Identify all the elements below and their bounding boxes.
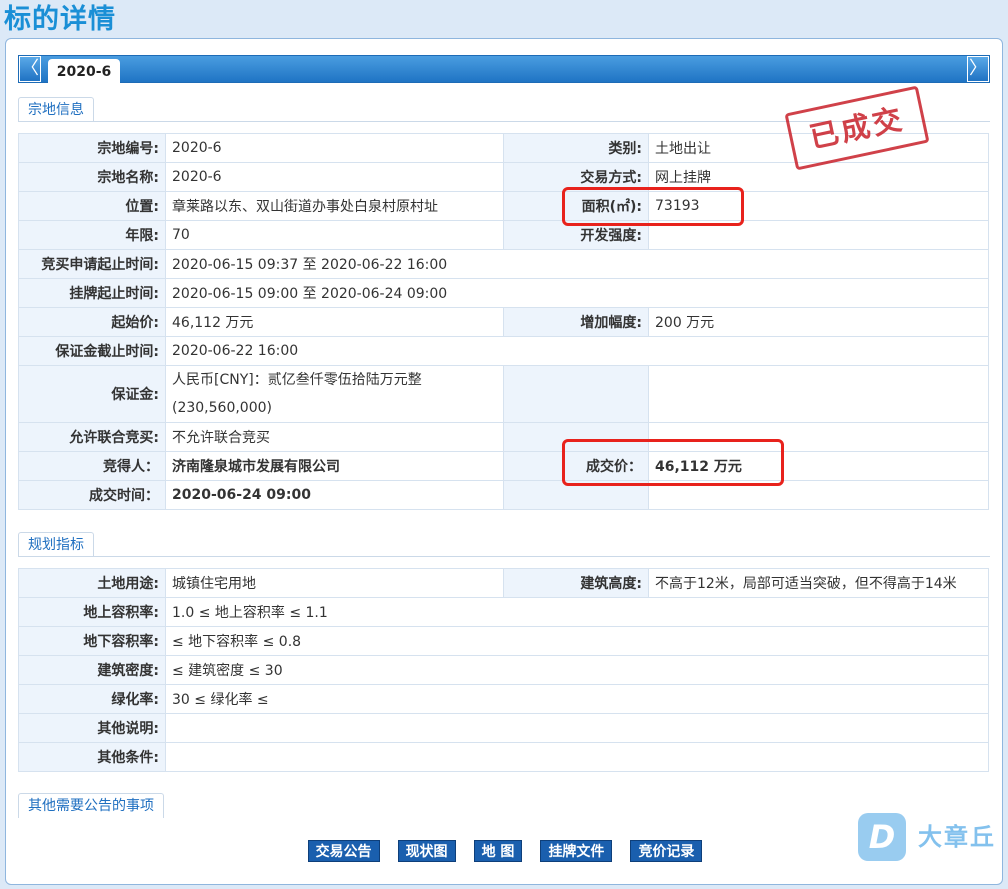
- table-row: 建筑密度: ≤ 建筑密度 ≤ 30: [18, 655, 989, 685]
- height-label: 建筑高度:: [503, 568, 649, 598]
- table-row: 地下容积率: ≤ 地下容积率 ≤ 0.8: [18, 626, 989, 656]
- arrow-right-icon[interactable]: 〉: [967, 56, 989, 82]
- joint-bid-label: 允许联合竞买:: [18, 422, 166, 452]
- listing-period-label: 挂牌起止时间:: [18, 278, 166, 308]
- method-value: 网上挂牌: [648, 162, 989, 192]
- deposit-deadline-value: 2020-06-22 16:00: [165, 336, 989, 366]
- start-price-value: 46,112 万元: [165, 307, 504, 337]
- table-row: 竞得人： 济南隆泉城市发展有限公司 成交价： 46,112 万元: [18, 451, 989, 481]
- section-divider: [18, 556, 990, 557]
- far-above-value: 1.0 ≤ 地上容积率 ≤ 1.1: [165, 597, 989, 627]
- start-price-label: 起始价:: [18, 307, 166, 337]
- table-row: 保证金: 人民币[CNY]：贰亿叁仟零伍拾陆万元整 (230,560,000): [18, 365, 989, 423]
- table-row: 成交时间： 2020-06-24 09:00: [18, 480, 989, 510]
- table-row: 挂牌起止时间: 2020-06-15 09:00 至 2020-06-24 09…: [18, 278, 989, 308]
- deal-price-value: 46,112 万元: [648, 451, 989, 481]
- land-use-label: 土地用途:: [18, 568, 166, 598]
- map-button[interactable]: 地 图: [473, 840, 523, 862]
- other-notes-label: 其他说明:: [18, 713, 166, 743]
- type-label: 类别:: [503, 133, 649, 163]
- section-other-matters: 其他需要公告的事项: [18, 793, 164, 818]
- deal-time-label: 成交时间：: [18, 480, 166, 510]
- deposit-label: 保证金:: [18, 365, 166, 423]
- empty-value: [648, 422, 989, 452]
- table-row: 绿化率: 30 ≤ 绿化率 ≤: [18, 684, 989, 714]
- increment-value: 200 万元: [648, 307, 989, 337]
- table-row: 其他条件:: [18, 742, 989, 772]
- name-label: 宗地名称:: [18, 162, 166, 192]
- empty-label: [503, 480, 649, 510]
- height-value: 不高于12米，局部可适当突破，但不得高于14米: [648, 568, 989, 598]
- increment-label: 增加幅度:: [503, 307, 649, 337]
- far-below-value: ≤ 地下容积率 ≤ 0.8: [165, 626, 989, 656]
- watermark: D 大章丘: [858, 813, 1008, 863]
- winner-value[interactable]: 济南隆泉城市发展有限公司: [165, 451, 504, 481]
- density-value: ≤ 建筑密度 ≤ 30: [165, 655, 989, 685]
- table-row: 宗地名称: 2020-6 交易方式: 网上挂牌: [18, 162, 989, 192]
- table-row: 允许联合竞买: 不允许联合竞买: [18, 422, 989, 452]
- listing-period-value: 2020-06-15 09:00 至 2020-06-24 09:00: [165, 278, 989, 308]
- other-notes-value: [165, 713, 989, 743]
- action-buttons: 交易公告 现状图 地 图 挂牌文件 竞价记录: [6, 840, 1004, 862]
- apply-period-value: 2020-06-15 09:37 至 2020-06-22 16:00: [165, 249, 989, 279]
- method-label: 交易方式:: [503, 162, 649, 192]
- tab-bar: 〈 2020-6 〉: [18, 55, 990, 83]
- other-conditions-label: 其他条件:: [18, 742, 166, 772]
- code-label: 宗地编号:: [18, 133, 166, 163]
- code-value: 2020-6: [165, 133, 504, 163]
- section-planning: 规划指标: [18, 532, 94, 557]
- arrow-left-icon[interactable]: 〈: [19, 56, 41, 82]
- table-row: 其他说明:: [18, 713, 989, 743]
- announcement-button[interactable]: 交易公告: [307, 840, 380, 862]
- planning-table: 土地用途: 城镇住宅用地 建筑高度: 不高于12米，局部可适当突破，但不得高于1…: [18, 568, 989, 772]
- empty-label: [503, 365, 649, 423]
- area-label: 面积(㎡):: [503, 191, 649, 221]
- deal-time-value: 2020-06-24 09:00: [165, 480, 504, 510]
- apply-period-label: 竞买申请起止时间:: [18, 249, 166, 279]
- table-row: 起始价: 46,112 万元 增加幅度: 200 万元: [18, 307, 989, 337]
- listing-docs-button[interactable]: 挂牌文件: [540, 840, 613, 862]
- green-rate-label: 绿化率:: [18, 684, 166, 714]
- location-value: 章莱路以东、双山街道办事处白泉村原村址: [165, 191, 504, 221]
- empty-value: [648, 365, 989, 423]
- intensity-value: [648, 220, 989, 250]
- deposit-text: 人民币[CNY]：贰亿叁仟零伍拾陆万元整: [172, 372, 422, 388]
- location-label: 位置:: [18, 191, 166, 221]
- section-parcel-info: 宗地信息: [18, 97, 94, 122]
- far-above-label: 地上容积率:: [18, 597, 166, 627]
- term-label: 年限:: [18, 220, 166, 250]
- deal-price-label: 成交价：: [503, 451, 649, 481]
- term-value: 70: [165, 220, 504, 250]
- table-row: 年限: 70 开发强度:: [18, 220, 989, 250]
- bid-records-button[interactable]: 竞价记录: [630, 840, 703, 862]
- density-label: 建筑密度:: [18, 655, 166, 685]
- detail-panel: 〈 2020-6 〉 宗地信息 宗地编号: 2020-6 类别: 土地出让 宗地…: [5, 38, 1003, 885]
- deposit-deadline-label: 保证金截止时间:: [18, 336, 166, 366]
- parcel-info-table: 宗地编号: 2020-6 类别: 土地出让 宗地名称: 2020-6 交易方式:…: [18, 133, 989, 510]
- name-value: 2020-6: [165, 162, 504, 192]
- watermark-logo-icon: D: [858, 813, 906, 861]
- table-row: 土地用途: 城镇住宅用地 建筑高度: 不高于12米，局部可适当突破，但不得高于1…: [18, 568, 989, 598]
- intensity-label: 开发强度:: [503, 220, 649, 250]
- land-use-value: 城镇住宅用地: [165, 568, 504, 598]
- deposit-number: (230,560,000): [172, 400, 272, 416]
- table-row: 位置: 章莱路以东、双山街道办事处白泉村原村址 面积(㎡): 73193: [18, 191, 989, 221]
- other-conditions-value: [165, 742, 989, 772]
- tab-2020-6[interactable]: 2020-6: [48, 59, 120, 83]
- far-below-label: 地下容积率:: [18, 626, 166, 656]
- empty-label: [503, 422, 649, 452]
- watermark-text: 大章丘: [918, 823, 996, 851]
- green-rate-value: 30 ≤ 绿化率 ≤: [165, 684, 989, 714]
- table-row: 地上容积率: 1.0 ≤ 地上容积率 ≤ 1.1: [18, 597, 989, 627]
- table-row: 竞买申请起止时间: 2020-06-15 09:37 至 2020-06-22 …: [18, 249, 989, 279]
- deposit-value: 人民币[CNY]：贰亿叁仟零伍拾陆万元整 (230,560,000): [165, 365, 504, 423]
- joint-bid-value: 不允许联合竞买: [165, 422, 504, 452]
- status-map-button[interactable]: 现状图: [397, 840, 456, 862]
- empty-value: [648, 480, 989, 510]
- table-row: 保证金截止时间: 2020-06-22 16:00: [18, 336, 989, 366]
- area-value: 73193: [648, 191, 989, 221]
- winner-label: 竞得人：: [18, 451, 166, 481]
- page-title: 标的详情: [4, 4, 116, 35]
